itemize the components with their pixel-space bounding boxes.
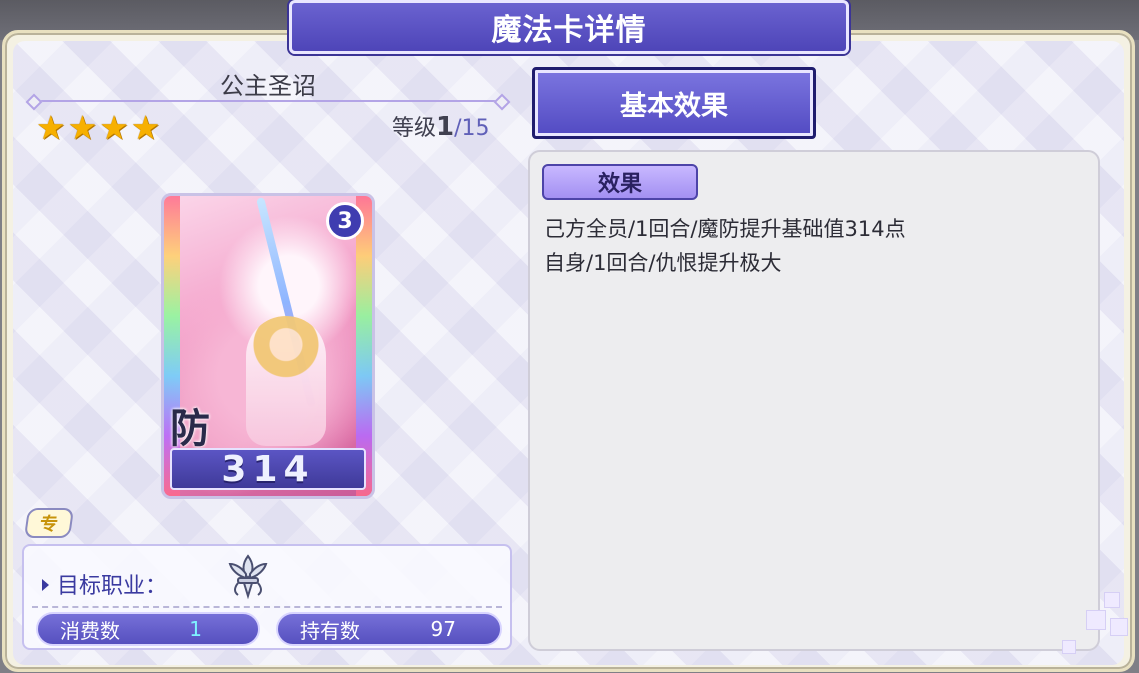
star-icon: ★ xyxy=(130,108,161,147)
magic-card-art[interactable]: 3 防 314 xyxy=(161,193,375,499)
card-type-label: 防 xyxy=(170,406,210,452)
dotted-divider xyxy=(32,606,502,608)
arrow-right-icon xyxy=(42,579,49,591)
level-display: 等级1/15 xyxy=(392,110,490,142)
sparkle-decoration xyxy=(1104,592,1120,608)
effect-section-label: 效果 xyxy=(542,164,698,200)
star-icon: ★ xyxy=(36,108,66,147)
info-panel: 目标职业： 消费数 1 持有数 97 xyxy=(22,544,512,650)
sparkle-decoration xyxy=(1110,618,1128,636)
star-icon: ★ xyxy=(99,108,129,147)
level-separator: / xyxy=(454,116,462,141)
sparkle-decoration xyxy=(1086,610,1106,630)
effect-panel: 效果 己方全员/1回合/魔防提升基础值314点 自身/1回合/仇恨提升极大 xyxy=(528,150,1100,651)
tier-badge-icon: 3 xyxy=(326,202,364,240)
star-rating: ★ ★ ★ ★ xyxy=(36,110,160,146)
card-name: 公主圣诏 xyxy=(220,72,316,100)
fleur-de-lis-icon[interactable] xyxy=(224,552,272,600)
dialog-title: 魔法卡详情 xyxy=(491,13,647,48)
card-value: 314 xyxy=(221,448,315,490)
title-banner: 魔法卡详情 xyxy=(289,0,849,54)
cost-value: 1 xyxy=(189,617,202,641)
princess-figure-art xyxy=(246,316,326,446)
card-value-bar: 314 xyxy=(170,448,366,490)
owned-value: 97 xyxy=(430,617,456,641)
target-class-label: 目标职业： xyxy=(42,568,167,600)
level-current: 1 xyxy=(436,112,455,142)
owned-pill: 持有数 97 xyxy=(276,612,502,646)
exclusive-tag-icon: 专 xyxy=(23,508,75,538)
cost-label: 消费数 xyxy=(60,618,120,643)
cost-pill: 消费数 1 xyxy=(36,612,260,646)
effect-line: 己方全员/1回合/魔防提升基础值314点 xyxy=(544,217,906,241)
target-class-text: 目标职业： xyxy=(57,574,168,599)
level-label: 等级 xyxy=(392,116,437,141)
star-icon: ★ xyxy=(67,108,98,147)
owned-label: 持有数 xyxy=(300,618,360,643)
effect-list: 己方全员/1回合/魔防提升基础值314点 自身/1回合/仇恨提升极大 xyxy=(544,212,906,280)
name-divider xyxy=(34,100,502,102)
tab-basic-effect[interactable]: 基本效果 xyxy=(532,67,816,139)
level-max: 15 xyxy=(461,116,490,141)
effect-line: 自身/1回合/仇恨提升极大 xyxy=(544,251,782,275)
sparkle-decoration xyxy=(1062,640,1076,654)
